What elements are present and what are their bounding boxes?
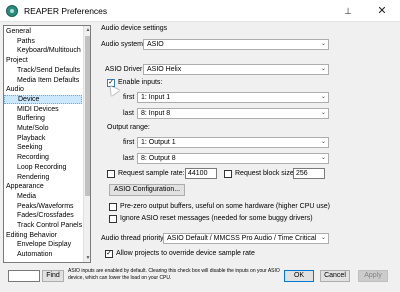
tree-item[interactable]: Appearance: [4, 182, 82, 191]
allow-projects-override-checkbox[interactable]: [105, 250, 113, 258]
tree-item[interactable]: Track Control Panels: [4, 221, 82, 230]
input-first-select[interactable]: 1: Input 1 ⌄: [137, 92, 329, 103]
hint-text: ASIO inputs are enabled by default. Clea…: [68, 268, 280, 281]
tree-item[interactable]: Seeking: [4, 143, 82, 152]
asio-driver-label: ASIO Driver:: [105, 66, 145, 73]
chevron-down-icon: ⌄: [320, 41, 326, 47]
prezero-output-label: Pre-zero output buffers, useful on some …: [120, 203, 330, 210]
tree-item[interactable]: Audio: [4, 85, 82, 94]
input-first-label: first: [123, 94, 135, 101]
find-input[interactable]: [8, 270, 40, 282]
tree-item[interactable]: MIDI Devices: [4, 105, 82, 114]
tree-item[interactable]: Automation: [4, 250, 82, 259]
input-last-select[interactable]: 8: Input 8 ⌄: [137, 108, 329, 119]
request-sample-rate-label: Request sample rate:: [118, 170, 185, 177]
find-button[interactable]: Find: [42, 270, 64, 282]
chevron-down-icon: ⌄: [320, 235, 326, 241]
asio-configuration-button[interactable]: ASIO Configuration...: [109, 184, 185, 196]
asio-driver-select[interactable]: ASIO Helix ⌄: [143, 64, 329, 75]
output-first-select[interactable]: 1: Output 1 ⌄: [137, 137, 329, 148]
block-size-input[interactable]: 256: [293, 168, 325, 179]
tree-item[interactable]: Editing Behavior: [4, 231, 82, 240]
title-bar: REAPER Preferences ⊥ ✕: [0, 0, 400, 22]
ignore-asio-reset-checkbox[interactable]: [109, 215, 117, 223]
tree-item[interactable]: Buffering: [4, 114, 82, 123]
preferences-tree[interactable]: Automation Envelope Display Editing Behavi…: [3, 25, 91, 263]
tree-item[interactable]: Media Item Defaults: [4, 76, 82, 85]
tree-item[interactable]: Mute/Solo: [4, 124, 82, 133]
tree-item[interactable]: General: [4, 27, 82, 36]
tree-item[interactable]: Envelope Display: [4, 240, 82, 249]
output-last-select[interactable]: 8: Output 8 ⌄: [137, 153, 329, 164]
cancel-button[interactable]: Cancel: [320, 270, 350, 282]
input-last-value: 8: Input 8: [141, 110, 171, 117]
tree-item[interactable]: Project: [4, 56, 82, 65]
tree-item[interactable]: Rendering: [4, 173, 82, 182]
tree-item[interactable]: Fades/Crossfades: [4, 211, 82, 220]
tree-item[interactable]: Paths: [4, 37, 82, 46]
reaper-app-icon: [6, 5, 18, 17]
audio-system-select[interactable]: ASIO ⌄: [143, 39, 329, 50]
input-first-value: 1: Input 1: [141, 94, 171, 101]
thread-priority-label: Audio thread priority:: [101, 235, 166, 242]
chevron-down-icon: ⌄: [320, 139, 326, 145]
ok-button[interactable]: OK: [284, 270, 314, 282]
chevron-down-icon: ⌄: [320, 110, 326, 116]
tree-item[interactable]: Track/Send Defaults: [4, 66, 82, 75]
enable-inputs-label: Enable inputs:: [118, 79, 163, 86]
device-settings-panel: Audio device settings Audio system: ASIO…: [97, 22, 333, 265]
tree-item[interactable]: Media: [4, 192, 82, 201]
window-title: REAPER Preferences: [24, 6, 108, 16]
thread-priority-value: ASIO Default / MMCSS Pro Audio / Time Cr…: [167, 235, 317, 242]
tree-scrollbar[interactable]: ▲ ▼: [83, 26, 90, 262]
scroll-up-icon[interactable]: ▲: [84, 26, 90, 34]
close-icon[interactable]: ✕: [364, 0, 400, 22]
request-sample-rate-checkbox[interactable]: [107, 170, 115, 178]
scroll-down-icon[interactable]: ▼: [84, 254, 90, 262]
input-last-label: last: [123, 110, 134, 117]
tree-item[interactable]: Playback: [4, 134, 82, 143]
thread-priority-select[interactable]: ASIO Default / MMCSS Pro Audio / Time Cr…: [163, 233, 329, 244]
output-range-label: Output range:: [107, 124, 150, 131]
tree-item[interactable]: Device: [4, 94, 82, 104]
prezero-output-checkbox[interactable]: [109, 203, 117, 211]
tree-item[interactable]: Peaks/Waveforms: [4, 202, 82, 211]
request-block-size-label: Request block size:: [235, 170, 296, 177]
allow-projects-override-label: Allow projects to override device sample…: [116, 250, 255, 257]
output-first-value: 1: Output 1: [141, 139, 176, 146]
pin-icon[interactable]: ⊥: [330, 0, 366, 22]
request-block-size-checkbox[interactable]: [224, 170, 232, 178]
audio-system-value: ASIO: [147, 41, 164, 48]
ignore-asio-reset-label: Ignore ASIO reset messages (needed for s…: [120, 215, 313, 222]
section-title: Audio device settings: [101, 25, 168, 32]
asio-driver-value: ASIO Helix: [147, 66, 182, 73]
output-last-value: 8: Output 8: [141, 155, 176, 162]
chevron-down-icon: ⌄: [320, 66, 326, 72]
tree-item[interactable]: Loop Recording: [4, 163, 82, 172]
audio-system-label: Audio system:: [101, 41, 145, 48]
apply-button[interactable]: Apply: [358, 270, 388, 282]
tree-item[interactable]: Recording: [4, 153, 82, 162]
chevron-down-icon: ⌄: [320, 94, 326, 100]
output-last-label: last: [123, 155, 134, 162]
tree-item[interactable]: Keyboard/Multitouch: [4, 46, 82, 55]
output-first-label: first: [123, 139, 135, 146]
sample-rate-input[interactable]: 44100: [185, 168, 217, 179]
chevron-down-icon: ⌄: [320, 155, 326, 161]
scrollbar-thumb[interactable]: [85, 36, 90, 196]
